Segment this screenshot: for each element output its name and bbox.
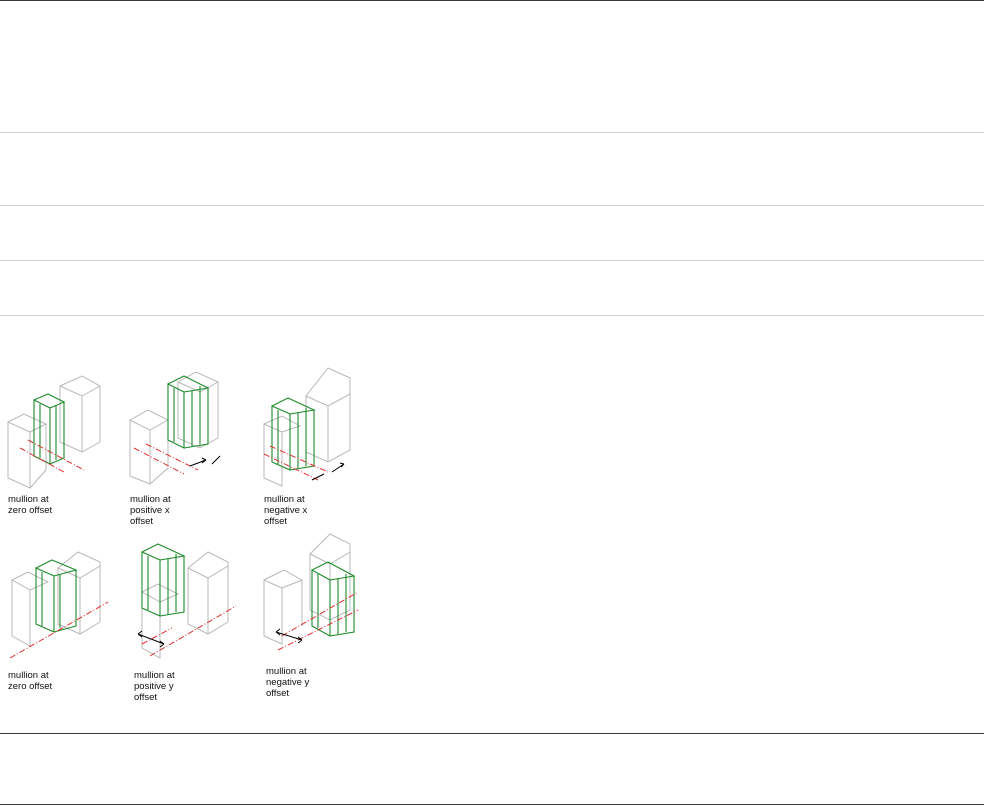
table-bottom-rule — [0, 804, 984, 805]
mullion-negative-y-offset-icon — [263, 533, 359, 651]
mullion-negative-x-offset-icon — [263, 367, 351, 487]
panel-caption: mullion at positive y offset — [134, 670, 175, 703]
panel-caption: mullion at negative y offset — [266, 666, 310, 699]
table-row-3 — [0, 206, 984, 260]
mullion-zero-offset-icon — [9, 551, 109, 659]
mullion-positive-y-offset-icon — [137, 543, 237, 659]
table-row-2 — [0, 133, 984, 205]
mullion-positive-x-offset-icon — [129, 371, 221, 485]
table-row-1 — [0, 1, 984, 132]
mullion-zero-offset-icon — [7, 375, 101, 489]
mullion-offset-figure: mullion at zero offset mullion at positi… — [0, 360, 370, 720]
panel-caption: mullion at negative x offset — [264, 494, 308, 527]
panel-caption: mullion at positive x offset — [130, 494, 171, 527]
panel-caption: mullion at zero offset — [8, 670, 53, 692]
panel-caption: mullion at zero offset — [8, 494, 53, 516]
table-row-4 — [0, 261, 984, 315]
table-row-6 — [0, 734, 984, 804]
